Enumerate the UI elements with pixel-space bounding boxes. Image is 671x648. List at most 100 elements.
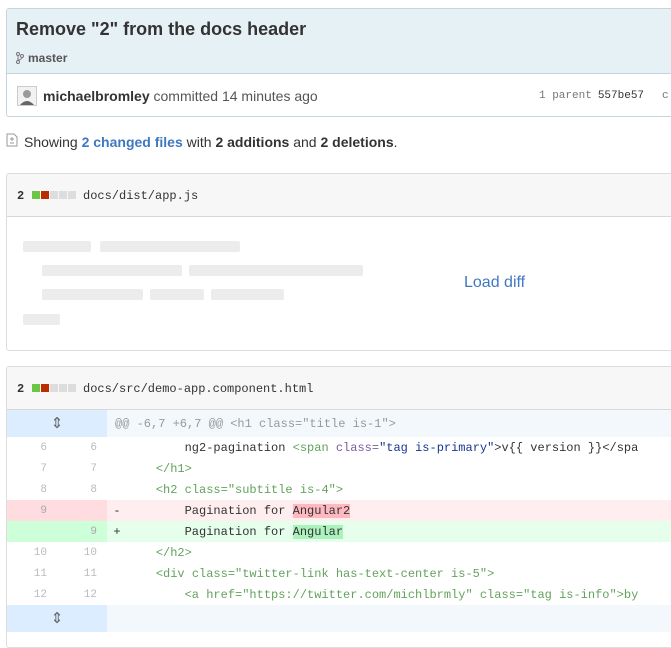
- loading-placeholder: [42, 289, 143, 300]
- commit-action: committed: [153, 88, 219, 104]
- parent-label: 1 parent: [539, 90, 592, 102]
- diffstat-block: [50, 384, 58, 392]
- old-line-number[interactable]: 9: [7, 500, 57, 521]
- diff-line: 8 8 <h2 class="subtitle is-4">: [7, 479, 671, 500]
- loading-placeholder: [23, 314, 60, 325]
- old-line-number[interactable]: [7, 521, 57, 542]
- author-line: michaelbromley committed 14 minutes ago: [43, 88, 318, 104]
- load-diff-link[interactable]: Load diff: [464, 274, 525, 292]
- word-diff-highlight: Angular: [292, 524, 344, 539]
- diffstat-block: [68, 384, 76, 392]
- old-line-number[interactable]: 7: [7, 458, 57, 479]
- diffstat-block: [32, 384, 40, 392]
- expand-up-button[interactable]: ⇕: [7, 410, 107, 437]
- file-change-count: 2: [17, 189, 25, 203]
- unfold-icon: ⇕: [50, 416, 64, 433]
- diff-sign: [107, 437, 127, 458]
- file-diff-app-js: 2 docs/dist/app.js Load diff: [6, 173, 671, 351]
- file-change-count: 2: [17, 382, 25, 396]
- diff-line-deletion: 9 - Pagination for Angular2: [7, 500, 671, 521]
- new-line-number[interactable]: 12: [57, 584, 107, 605]
- diff-table: ⇕ @@ -6,7 +6,7 @@ <h1 class="title is-1"…: [7, 410, 671, 632]
- hunk-footer: [107, 605, 671, 632]
- branch-label[interactable]: master: [16, 51, 67, 65]
- file-name[interactable]: docs/dist/app.js: [83, 189, 198, 203]
- code-line: <a href="https://twitter.com/michlbrmly"…: [184, 587, 639, 602]
- hunk-footer-row: ⇕: [7, 605, 671, 632]
- new-line-number[interactable]: 10: [57, 542, 107, 563]
- diff-sign: -: [107, 500, 127, 521]
- diff-sign: [107, 563, 127, 584]
- file-header: 2 docs/src/demo-app.component.html: [7, 367, 671, 410]
- old-line-number[interactable]: 10: [7, 542, 57, 563]
- hunk-header: @@ -6,7 +6,7 @@ <h1 class="title is-1">: [107, 410, 671, 437]
- diff-sign: +: [107, 521, 127, 542]
- diff-line: 11 11 <div class="twitter-link has-text-…: [7, 563, 671, 584]
- code-line: <h2 class="subtitle is-4">: [155, 482, 344, 497]
- deletions-count: 2 deletions: [320, 133, 394, 150]
- new-line-number[interactable]: 7: [57, 458, 107, 479]
- branch-name: master: [28, 51, 68, 65]
- diffstat-block: [59, 384, 67, 392]
- commit-title: Remove "2" from the docs header: [16, 19, 307, 39]
- new-line-number[interactable]: [57, 500, 107, 521]
- unfold-icon: ⇕: [50, 611, 64, 628]
- loading-placeholder: [100, 241, 240, 252]
- avatar[interactable]: [17, 86, 37, 106]
- summary-and: and: [293, 133, 317, 150]
- diffstat: [32, 191, 76, 199]
- diffstat-block: [41, 191, 49, 199]
- diffstat-block: [59, 191, 67, 199]
- new-line-number[interactable]: 9: [57, 521, 107, 542]
- loading-placeholder: [189, 265, 363, 276]
- old-line-number[interactable]: 8: [7, 479, 57, 500]
- parent-sha-link[interactable]: 557be57: [598, 90, 644, 102]
- new-line-number[interactable]: 11: [57, 563, 107, 584]
- author-link[interactable]: michaelbromley: [43, 88, 150, 104]
- diffstat-block: [68, 191, 76, 199]
- diff-line: 7 7 </h1>: [7, 458, 671, 479]
- loading-placeholder: [42, 265, 182, 276]
- summary-showing: Showing: [24, 133, 78, 150]
- file-name[interactable]: docs/src/demo-app.component.html: [83, 382, 313, 396]
- summary-with: with: [186, 133, 212, 150]
- file-header: 2 docs/dist/app.js: [7, 174, 671, 217]
- parent-info: 1 parent 557be57 c: [539, 90, 669, 102]
- code-line: </h2>: [155, 545, 192, 560]
- hunk-header-row: ⇕ @@ -6,7 +6,7 @@ <h1 class="title is-1"…: [7, 410, 671, 437]
- code-line: ng2-pagination <span class="tag is-prima…: [184, 440, 639, 455]
- word-diff-highlight: Angular2: [292, 503, 351, 518]
- file-diff-demo-app-component: 2 docs/src/demo-app.component.html ⇕ @@ …: [6, 366, 671, 648]
- commit-summary: Remove "2" from the docs header master m…: [6, 8, 671, 117]
- diffstat-block: [41, 384, 49, 392]
- diff-line: 6 6 ng2-pagination <span class="tag is-p…: [7, 437, 671, 458]
- commit-sha-truncated: c: [662, 90, 669, 102]
- new-line-number[interactable]: 6: [57, 437, 107, 458]
- loading-placeholder: [150, 289, 204, 300]
- diffstat-block: [32, 191, 40, 199]
- old-line-number[interactable]: 6: [7, 437, 57, 458]
- code-line: </h1>: [155, 461, 192, 476]
- code-line: Pagination for Angular: [127, 521, 671, 542]
- diff-sign: [107, 458, 127, 479]
- diffstat-block: [50, 191, 58, 199]
- new-line-number[interactable]: 8: [57, 479, 107, 500]
- old-line-number[interactable]: 12: [7, 584, 57, 605]
- old-line-number[interactable]: 11: [7, 563, 57, 584]
- commit-header: Remove "2" from the docs header master: [7, 9, 671, 74]
- loading-placeholder: [211, 289, 284, 300]
- diff-line: 10 10 </h2>: [7, 542, 671, 563]
- code-line: Pagination for Angular2: [127, 500, 671, 521]
- diff-sign: [107, 479, 127, 500]
- diff-summary: Showing 2 changed files with 2 additions…: [6, 133, 398, 150]
- code-line: <div class="twitter-link has-text-center…: [155, 566, 495, 581]
- git-branch-icon: [16, 52, 24, 64]
- loading-placeholder: [23, 241, 91, 252]
- changed-files-link[interactable]: 2 changed files: [82, 134, 183, 150]
- commit-meta: michaelbromley committed 14 minutes ago …: [7, 74, 671, 116]
- additions-count: 2 additions: [215, 133, 290, 150]
- diff-sign: [107, 542, 127, 563]
- diff-sign: [107, 584, 127, 605]
- diffstat: [32, 384, 76, 392]
- expand-down-button[interactable]: ⇕: [7, 605, 107, 632]
